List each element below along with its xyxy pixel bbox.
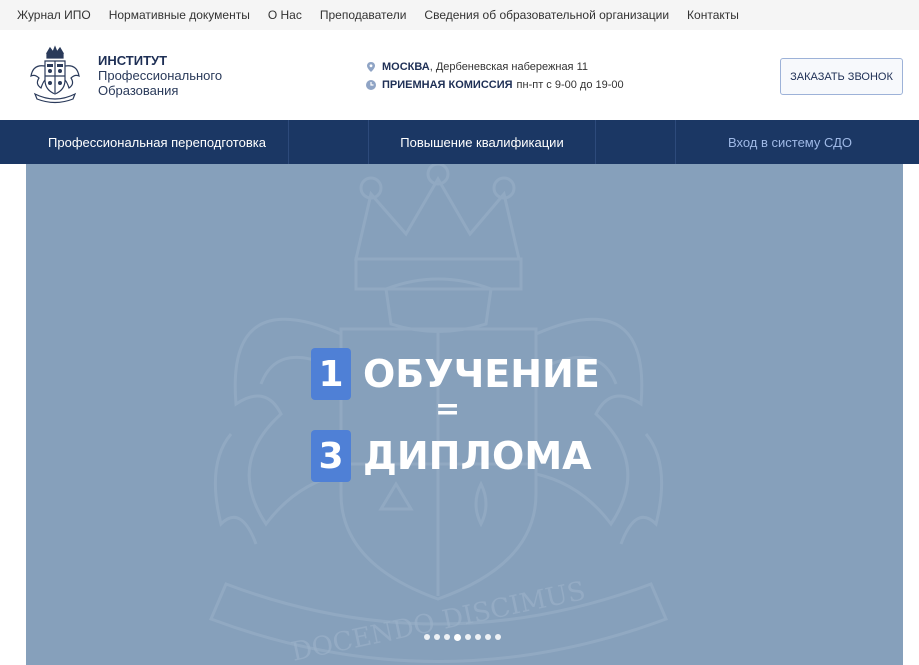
headline-row-2: 3 ДИПЛОМА [311, 430, 592, 482]
address-text: , Дербеневская набережная 11 [429, 61, 588, 73]
headline-word-2: ДИПЛОМА [363, 434, 592, 478]
brand-subtitle-2: Образования [98, 83, 179, 98]
number-badge-2: 3 [311, 430, 351, 482]
headline-word-1: ОБУЧЕНИЕ [363, 352, 600, 396]
admissions-label: ПРИЕМНАЯ КОМИССИЯ [382, 79, 513, 91]
nav-link-teachers[interactable]: Преподаватели [320, 8, 407, 22]
slider-dot[interactable] [454, 634, 461, 641]
admissions-hours: пн-пт с 9-00 до 19-00 [516, 79, 624, 91]
city-label: МОСКВА [382, 61, 430, 73]
nav-link-contacts[interactable]: Контакты [687, 8, 739, 22]
slider-pagination [424, 634, 505, 641]
site-header: ИНСТИТУТ Профессионального Образования М… [0, 30, 919, 120]
slider-dot[interactable] [444, 634, 450, 640]
request-call-button[interactable]: ЗАКАЗАТЬ ЗВОНОК [780, 58, 903, 95]
nav-link-org-info[interactable]: Сведения об образовательной организации [424, 8, 669, 22]
clock-icon [366, 80, 376, 90]
slider-dot[interactable] [424, 634, 430, 640]
address-row: МОСКВА, Дербеневская набережная 11 [366, 58, 624, 76]
hero-slider[interactable]: DOCENDO DISCIMUS 1 ОБУЧЕНИЕ = 3 ДИПЛОМА [26, 164, 903, 665]
hero-headline: 1 ОБУЧЕНИЕ = 3 ДИПЛОМА [26, 164, 903, 665]
slider-dot[interactable] [434, 634, 440, 640]
nav-link-journal[interactable]: Журнал ИПО [17, 8, 91, 22]
slider-dot[interactable] [465, 634, 471, 640]
menu-divider [596, 120, 676, 164]
contact-info: МОСКВА, Дербеневская набережная 11 ПРИЕМ… [366, 58, 624, 94]
brand-subtitle-1: Профессионального [98, 68, 223, 83]
menu-item-retraining[interactable]: Профессиональная переподготовка [26, 120, 289, 164]
main-menu: Профессиональная переподготовка Повышени… [0, 120, 919, 164]
number-badge-1: 1 [311, 348, 351, 400]
menu-item-sdo-login[interactable]: Вход в систему СДО [676, 120, 904, 164]
brand-title: ИНСТИТУТ [98, 53, 168, 68]
top-navigation: Журнал ИПО Нормативные документы О Нас П… [0, 0, 919, 30]
menu-item-qualification[interactable]: Повышение квалификации [369, 120, 596, 164]
nav-link-about[interactable]: О Нас [268, 8, 302, 22]
menu-divider [289, 120, 369, 164]
institute-crest-logo[interactable] [25, 44, 85, 104]
menu-spacer-left [0, 120, 26, 164]
slider-dot[interactable] [475, 634, 481, 640]
brand-name[interactable]: ИНСТИТУТ Профессионального Образования [98, 53, 222, 98]
admissions-row: ПРИЕМНАЯ КОМИССИЯ пн-пт с 9-00 до 19-00 [366, 76, 624, 94]
nav-link-normative-docs[interactable]: Нормативные документы [109, 8, 250, 22]
slider-dot[interactable] [495, 634, 501, 640]
location-pin-icon [367, 62, 375, 72]
slider-dot[interactable] [485, 634, 491, 640]
headline-equals: = [435, 392, 461, 427]
